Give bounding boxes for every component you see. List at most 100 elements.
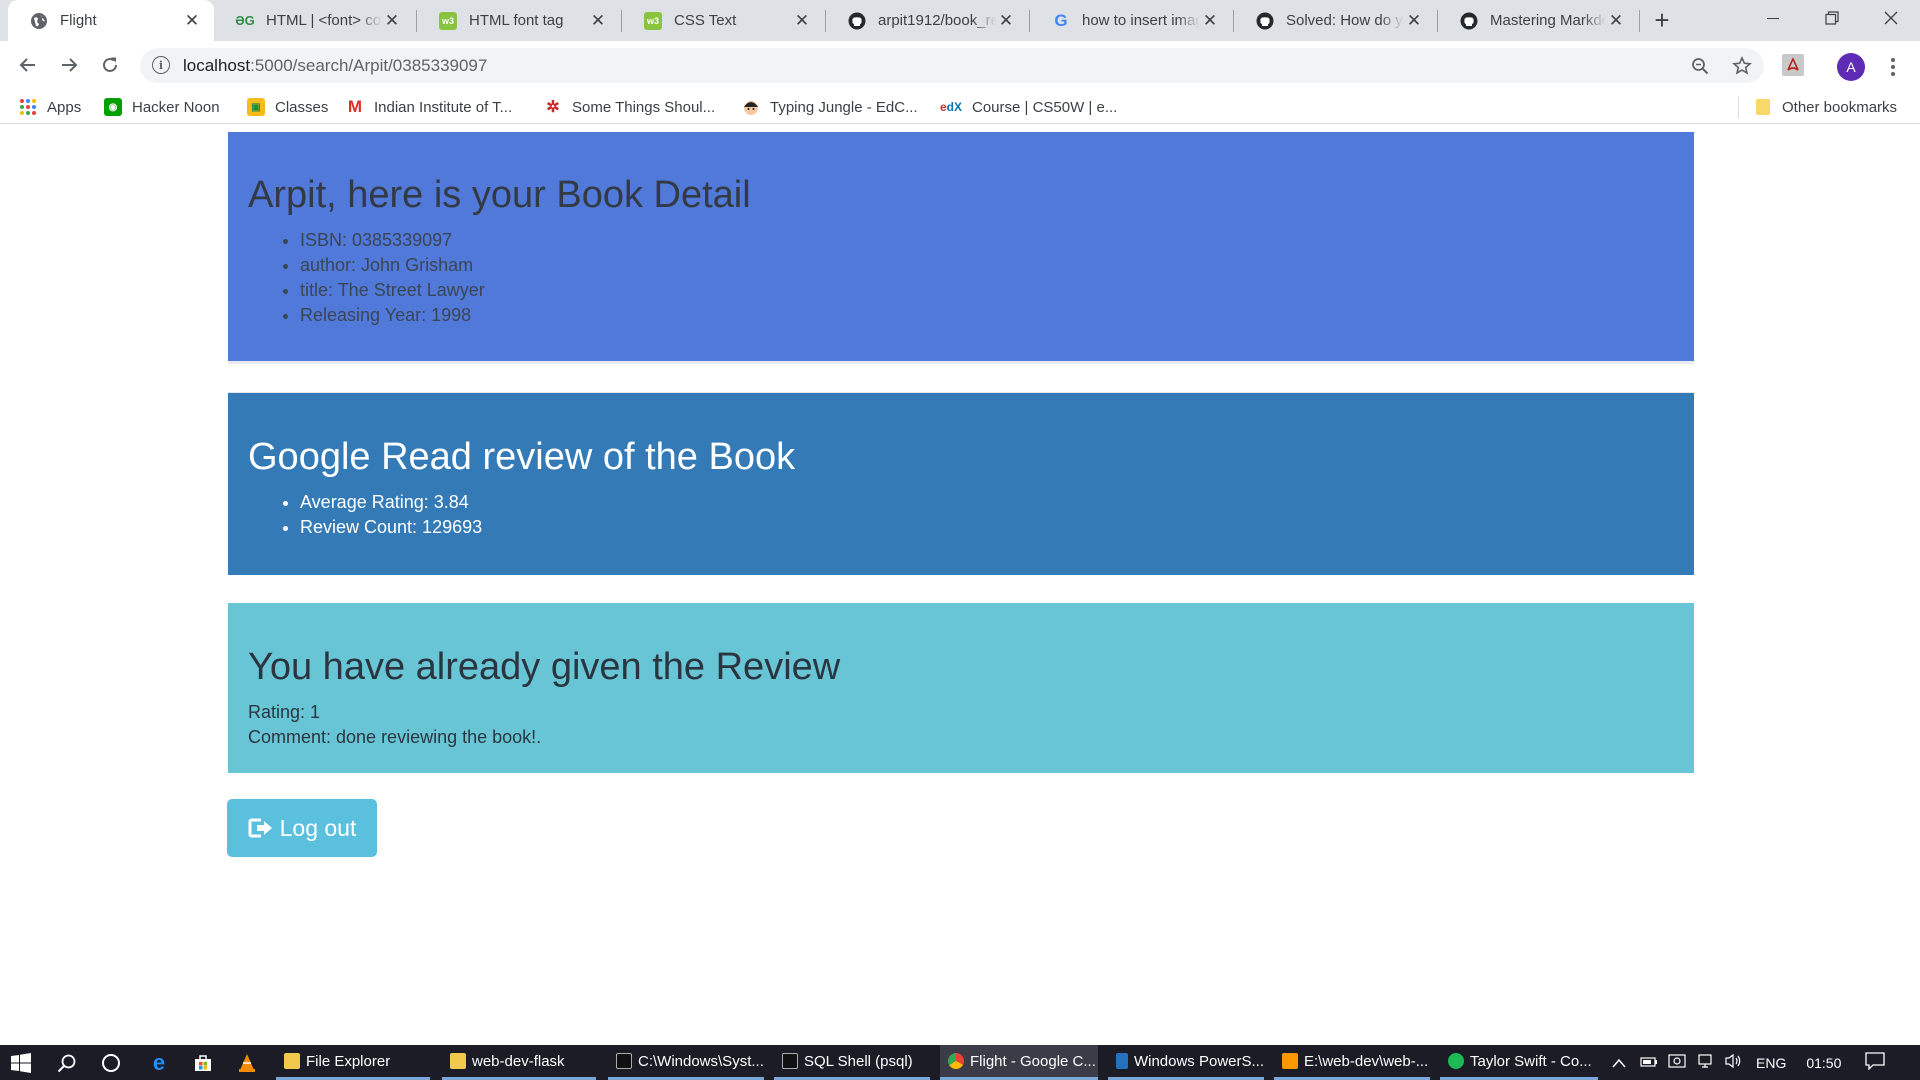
book-isbn: ISBN: 0385339097	[300, 228, 1674, 253]
reload-icon	[103, 57, 117, 72]
tab-close-icon[interactable]: ✕	[1200, 11, 1220, 31]
new-tab-button[interactable]: +	[1648, 5, 1676, 35]
notification-app-icon[interactable]	[1668, 1053, 1686, 1072]
bookmark-hacker-noon[interactable]: ◉ Hacker Noon	[104, 97, 220, 117]
taskbar-app-label: SQL Shell (psql)	[804, 1052, 913, 1070]
apps-grid-icon	[19, 98, 37, 116]
google-icon: G	[1054, 10, 1068, 30]
book-detail-list: ISBN: 0385339097 author: John Grisham ti…	[248, 228, 1674, 328]
book-year: Releasing Year: 1998	[300, 303, 1674, 328]
classroom-icon: ▣	[247, 98, 265, 116]
book-title: title: The Street Lawyer	[300, 278, 1674, 303]
tab-close-icon[interactable]: ✕	[588, 11, 608, 31]
reload-button[interactable]	[94, 49, 126, 81]
tab-strip: Flight ✕ ƏG HTML | <font> color Attri ✕ …	[0, 0, 1920, 41]
tab-separator	[1639, 10, 1640, 32]
tab-close-icon[interactable]: ✕	[382, 11, 402, 31]
tab-css-text[interactable]: w3 CSS Text ✕	[622, 0, 824, 41]
tab-flight[interactable]: Flight ✕	[8, 0, 214, 41]
taskbar-app-label: C:\Windows\Syst...	[638, 1052, 764, 1070]
tab-close-icon[interactable]: ✕	[1606, 11, 1626, 31]
language-indicator[interactable]: ENG	[1756, 1055, 1786, 1071]
cmd-icon	[616, 1053, 632, 1069]
volume-icon[interactable]	[1724, 1053, 1742, 1072]
taskbar-cmd[interactable]: C:\Windows\Syst...	[608, 1045, 764, 1080]
windows-taskbar: e File Explorer web-dev-flask C:\Windows…	[0, 1045, 1920, 1080]
taskbar-sublime[interactable]: E:\web-dev\web-...	[1274, 1045, 1430, 1080]
bookmark-site-icon: ✲	[546, 99, 560, 116]
tab-title: how to insert image	[1082, 12, 1200, 29]
github-icon	[848, 12, 866, 30]
logout-button[interactable]: Log out	[227, 799, 377, 857]
bookmark-iit[interactable]: M Indian Institute of T...	[346, 97, 512, 117]
tab-close-icon[interactable]: ✕	[1404, 11, 1424, 31]
powershell-icon	[1116, 1053, 1128, 1069]
average-rating: Average Rating: 3.84	[300, 490, 1674, 515]
tab-close-icon[interactable]: ✕	[792, 11, 812, 31]
bookmark-classes[interactable]: ▣ Classes	[247, 97, 328, 117]
gmail-icon: M	[347, 97, 363, 116]
bookmark-label: Other bookmarks	[1782, 98, 1898, 116]
bookmark-label: Indian Institute of T...	[374, 98, 513, 116]
taskbar-app-label: Windows PowerS...	[1133, 1052, 1264, 1070]
tab-html-font-color[interactable]: ƏG HTML | <font> color Attri ✕	[214, 0, 414, 41]
store-icon[interactable]	[190, 1050, 216, 1076]
tray-expand-icon[interactable]	[1612, 1055, 1626, 1071]
taskbar-web-dev-flask[interactable]: web-dev-flask	[442, 1045, 596, 1080]
sublime-icon	[1282, 1053, 1298, 1069]
bookmarks-separator	[1738, 96, 1739, 118]
tab-title: Mastering Markdown	[1490, 12, 1606, 29]
taskbar-app-label: E:\web-dev\web-...	[1304, 1052, 1429, 1070]
bookmark-star-icon[interactable]	[1732, 56, 1752, 76]
bookmark-label: Some Things Shoul...	[572, 98, 716, 116]
vlc-icon[interactable]	[234, 1050, 260, 1076]
bookmark-cs50w[interactable]: e dX Course | CS50W | e...	[940, 97, 1117, 117]
taskbar-powershell[interactable]: Windows PowerS...	[1108, 1045, 1264, 1080]
bookmarks-bar: Apps ◉ Hacker Noon ▣ Classes M Indian In…	[0, 90, 1920, 124]
taskbar-spotify[interactable]: Taylor Swift - Co...	[1440, 1045, 1598, 1080]
back-button[interactable]	[12, 49, 44, 81]
tab-close-icon[interactable]: ✕	[182, 11, 202, 31]
close-window-button[interactable]	[1862, 0, 1920, 36]
clock[interactable]: 01:50	[1806, 1055, 1841, 1071]
forward-button[interactable]	[53, 49, 85, 81]
zoom-icon[interactable]	[1690, 56, 1710, 76]
tab-title: Solved: How do you	[1286, 12, 1404, 29]
browser-menu-icon[interactable]	[1883, 51, 1903, 83]
taskbar-file-explorer[interactable]: File Explorer	[276, 1045, 430, 1080]
edge-icon[interactable]: e	[146, 1050, 172, 1076]
hacker-noon-icon: ◉	[104, 98, 122, 116]
tab-html-font-tag[interactable]: w3 HTML font tag ✕	[417, 0, 620, 41]
action-center-icon[interactable]	[1865, 1052, 1886, 1073]
bookmark-typing-jungle[interactable]: Typing Jungle - EdC...	[742, 97, 918, 117]
address-url[interactable]: localhost:5000/search/Arpit/0385339097	[183, 56, 487, 76]
tab-title: arpit1912/book_review	[878, 12, 996, 29]
tab-close-icon[interactable]: ✕	[996, 11, 1016, 31]
tab-github-mastering-markdown[interactable]: Mastering Markdown ✕	[1438, 0, 1638, 41]
minimize-button[interactable]	[1744, 0, 1802, 36]
google-review-panel: Google Read review of the Book Average R…	[228, 393, 1694, 575]
google-review-list: Average Rating: 3.84 Review Count: 12969…	[248, 490, 1674, 540]
taskbar-chrome-flight[interactable]: Flight - Google C...	[940, 1045, 1098, 1080]
profile-avatar[interactable]: A	[1837, 53, 1865, 81]
bookmark-some-things[interactable]: ✲ Some Things Shoul...	[544, 97, 715, 117]
pdf-extension-icon[interactable]	[1782, 54, 1804, 76]
site-info-icon[interactable]: i	[152, 56, 170, 74]
battery-icon[interactable]	[1640, 1055, 1658, 1071]
arrow-right-icon	[62, 58, 78, 72]
address-bar[interactable]: i localhost:5000/search/Arpit/0385339097	[140, 48, 1764, 83]
spotify-icon	[1448, 1053, 1464, 1069]
user-comment: Comment: done reviewing the book!.	[248, 727, 542, 747]
tab-github-book-review[interactable]: arpit1912/book_review ✕	[826, 0, 1028, 41]
bookmark-other[interactable]: Other bookmarks	[1754, 97, 1897, 117]
bookmark-apps[interactable]: Apps	[19, 97, 81, 117]
cortana-icon[interactable]	[98, 1050, 124, 1076]
tab-google-search[interactable]: G how to insert image ✕	[1030, 0, 1232, 41]
network-icon[interactable]	[1696, 1053, 1714, 1072]
restore-button[interactable]	[1803, 0, 1861, 36]
windows-start-icon[interactable]	[8, 1050, 34, 1076]
taskbar-app-label: Taylor Swift - Co...	[1470, 1052, 1592, 1070]
tab-github-solved[interactable]: Solved: How do you ✕	[1234, 0, 1436, 41]
taskbar-sql-shell[interactable]: SQL Shell (psql)	[774, 1045, 930, 1080]
search-icon[interactable]	[54, 1050, 80, 1076]
